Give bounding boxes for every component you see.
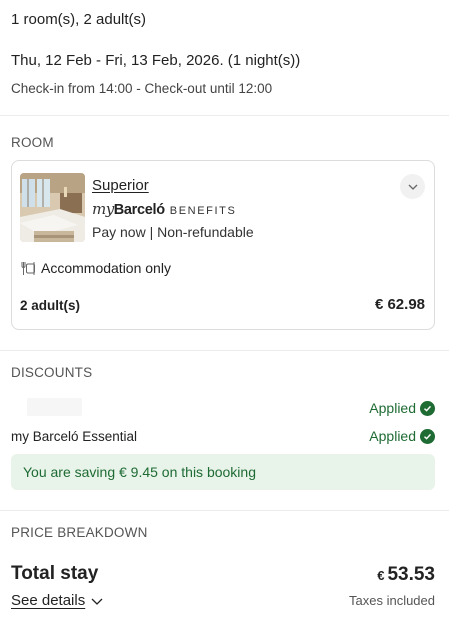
see-details-label: See details xyxy=(11,592,86,609)
board-label: Accommodation only xyxy=(41,260,171,276)
checkin-checkout-times: Check-in from 14:00 - Check-out until 12… xyxy=(11,81,273,96)
discount-status-label: Applied xyxy=(369,428,416,444)
total-stay-label: Total stay xyxy=(11,563,99,584)
discount-status: Applied xyxy=(369,428,435,444)
discounts-section-title: DISCOUNTS xyxy=(11,365,93,380)
brand-name: Barceló xyxy=(113,202,165,218)
divider xyxy=(0,350,449,351)
chevron-down-icon xyxy=(408,184,417,190)
check-icon xyxy=(420,428,435,444)
divider xyxy=(0,510,449,511)
expand-room-button[interactable] xyxy=(400,174,425,199)
stay-dates: Thu, 12 Feb - Fri, 13 Feb, 2026. (1 nigh… xyxy=(11,52,301,69)
rate-conditions: Pay now | Non-refundable xyxy=(92,224,254,240)
check-icon xyxy=(420,400,435,416)
cutlery-icon xyxy=(21,262,35,275)
room-card: Superior my Barceló BENEFITS Pay now | N… xyxy=(11,160,435,330)
board-type: Accommodation only xyxy=(20,260,171,276)
discount-status-label: Applied xyxy=(369,400,416,416)
mybarcelo-benefits-logo: my Barceló BENEFITS xyxy=(92,200,236,218)
brand-my: my xyxy=(92,200,114,218)
taxes-included-note: Taxes included xyxy=(349,593,435,608)
saving-message: You are saving € 9.45 on this booking xyxy=(23,464,256,480)
total-amount: 53.53 xyxy=(387,564,435,585)
discount-label-redacted xyxy=(27,398,82,416)
divider xyxy=(0,115,449,116)
saving-banner: You are saving € 9.45 on this booking xyxy=(11,454,435,490)
room-photo xyxy=(20,173,85,242)
discount-name: my Barceló Essential xyxy=(11,429,138,444)
room-name-link[interactable]: Superior xyxy=(92,177,149,194)
room-guests: 2 adult(s) xyxy=(20,298,81,313)
room-price: € 62.98 xyxy=(374,296,425,313)
total-currency: € xyxy=(377,568,385,583)
room-section-title: ROOM xyxy=(11,135,54,150)
price-breakdown-title: PRICE BREAKDOWN xyxy=(11,525,148,540)
chevron-down-icon xyxy=(91,598,103,605)
discount-status: Applied xyxy=(369,400,435,416)
brand-benefits: BENEFITS xyxy=(169,205,237,217)
rooms-guests-summary: 1 room(s), 2 adult(s) xyxy=(11,11,147,28)
see-details-button[interactable]: See details xyxy=(11,592,104,609)
total-price: € 53.53 xyxy=(377,564,435,586)
